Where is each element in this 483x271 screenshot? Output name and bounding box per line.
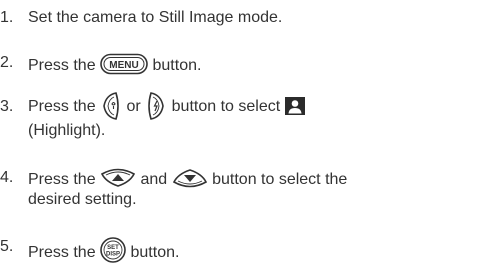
step-4: 4. Press the and button to select the de… [0,168,483,209]
step-text-mid: button to select [171,98,281,115]
step-text-and: and [140,171,168,188]
up-arrow-button-icon [100,168,136,188]
step-text-post: button. [152,57,202,74]
step-text: Press the and button to select the desir… [28,168,347,209]
step-text: Press the MENU button. [28,53,201,75]
menu-button-icon: MENU [100,53,148,75]
step-text-pre: Press the [28,171,96,188]
step-number: 2. [0,54,14,71]
step-number: 4. [0,169,14,186]
step-text-post: button. [130,244,180,261]
set-disp-button-icon: SET DISP [100,237,126,263]
step-text-continuation: desired setting. [28,191,137,208]
step-1: 1. Set the camera to Still Image mode. [0,8,483,27]
flash-right-button-icon [145,91,167,121]
step-text-pre: Press the [28,98,96,115]
step-text-pre: Press the [28,244,96,261]
step-text-or: or [126,98,141,115]
down-arrow-button-icon [172,168,208,188]
step-number: 5. [0,238,14,255]
highlight-mode-icon [284,97,305,115]
step-3: 3. Press the or button to select (Highli… [0,91,483,140]
step-number: 1. [0,9,14,26]
step-text: Press the SET DISP button. [28,237,179,263]
step-text-pre: Press the [28,57,96,74]
svg-text:DISP: DISP [106,252,120,258]
step-5: 5. Press the SET DISP button. [0,237,483,263]
macro-left-button-icon [100,91,122,121]
svg-text:MENU: MENU [109,60,138,71]
step-text: Set the camera to Still Image mode. [28,9,283,26]
svg-text:SET: SET [107,245,119,251]
step-number: 3. [0,98,14,115]
step-text-post: button to select the [212,171,348,188]
step-2: 2. Press the MENU button. [0,53,483,75]
step-text: Press the or button to select (Highlight… [28,91,305,140]
step-text-continuation: (Highlight). [28,122,106,139]
